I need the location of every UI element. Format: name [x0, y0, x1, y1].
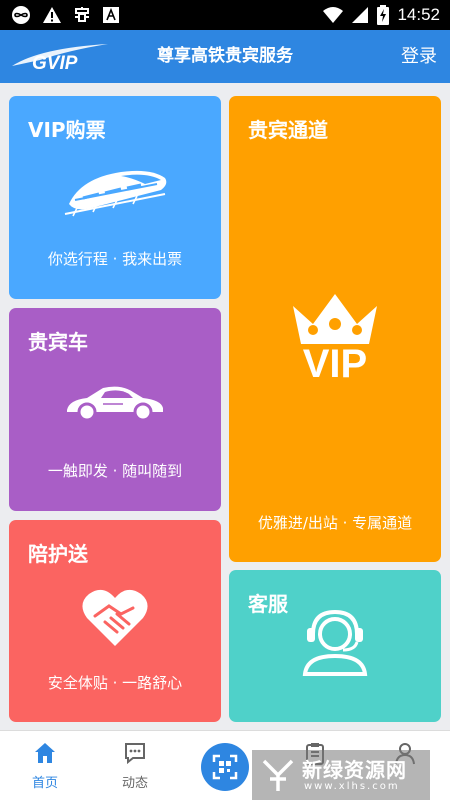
page-title: 尊享高铁贵宾服务 [157, 46, 293, 66]
vip-car-subtitle: 一触即发 · 随叫随到 [47, 462, 183, 480]
warning-icon [43, 7, 61, 23]
customer-service-title: 客服 [248, 592, 288, 616]
qr-scan-icon [212, 754, 238, 780]
escort-tile[interactable]: 陪护送 安全体贴 · 一路舒心 [9, 520, 221, 722]
customer-service-tile[interactable]: 客服 [229, 570, 441, 722]
battery-charging-icon [377, 5, 390, 25]
status-right-icons: 14:52 [323, 5, 440, 25]
bug-icon [75, 7, 89, 22]
vip-car-tile[interactable]: 贵宾车 一触即发 · 随叫随到 [9, 308, 221, 511]
infinity-icon [12, 6, 30, 24]
home-icon [35, 743, 55, 763]
vip-channel-title: 贵宾通道 [248, 118, 328, 142]
vip-ticket-tile[interactable]: VIP购票 你选行程 · 我来出票 [9, 96, 221, 299]
nav-label-feed: 动态 [121, 776, 148, 791]
status-time: 14:52 [397, 5, 440, 24]
app-header: GVIP 尊享高铁贵宾服务 登录 [0, 30, 450, 83]
high-speed-train-icon [64, 170, 167, 217]
vip-ticket-title: VIP购票 [28, 118, 106, 142]
vip-channel-tile[interactable]: 贵宾通道 VIP 优雅进/出站 · 专属通道 [229, 96, 441, 562]
status-bar: 14:52 [0, 0, 450, 30]
signal-icon [352, 7, 369, 23]
nav-label-home: 首页 [31, 776, 58, 791]
vip-car-title: 贵宾车 [28, 330, 88, 354]
vip-badge-text: VIP [302, 342, 368, 386]
escort-subtitle: 安全体贴 · 一路舒心 [47, 674, 183, 692]
chat-icon [125, 743, 145, 765]
crown-icon [293, 294, 377, 344]
vip-channel-subtitle: 优雅进/出站 · 专属通道 [257, 514, 413, 532]
status-left-icons [10, 5, 120, 25]
watermark: 新绿资源网 www.xlhs.com [252, 750, 430, 800]
handshake-heart-icon [82, 589, 148, 646]
vip-ticket-subtitle: 你选行程 · 我来出票 [47, 250, 183, 268]
watermark-logo-icon [262, 759, 294, 791]
nav-item-feed[interactable]: 动态 [100, 731, 170, 800]
watermark-url: www.xlhs.com [304, 781, 400, 792]
watermark-text: 新绿资源网 [302, 758, 407, 782]
font-box-icon [103, 7, 119, 23]
nav-item-home[interactable]: 首页 [10, 731, 80, 800]
login-button[interactable]: 登录 [401, 30, 437, 83]
qr-scan-button[interactable] [201, 743, 249, 791]
wifi-icon [323, 7, 344, 23]
headset-agent-icon [302, 609, 368, 676]
sports-car-icon [67, 386, 163, 422]
escort-title: 陪护送 [28, 542, 88, 566]
